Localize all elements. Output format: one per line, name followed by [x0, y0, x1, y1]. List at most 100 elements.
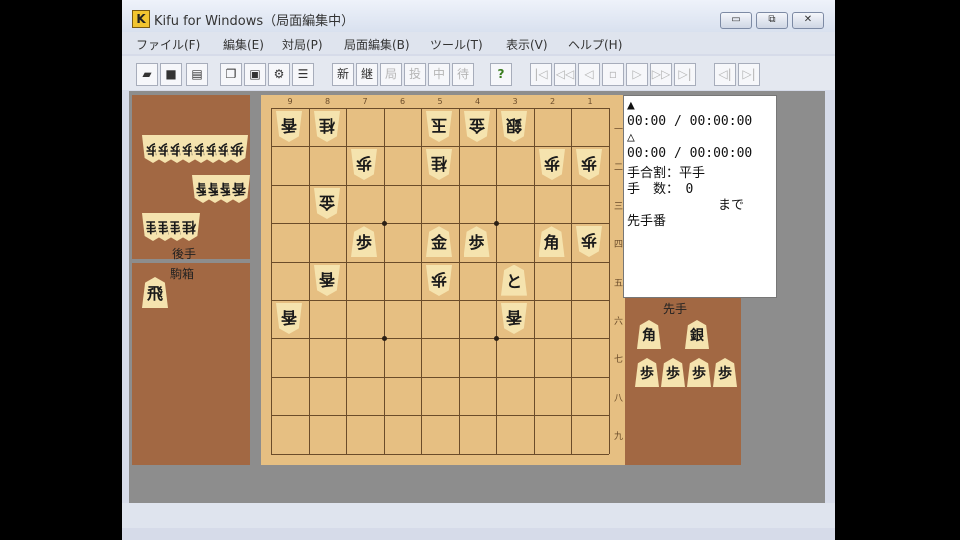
sente-hand-piece[interactable]: 銀 — [685, 320, 709, 349]
minimize-button[interactable]: ▭ — [720, 12, 752, 29]
rank-label: 九 — [614, 432, 624, 443]
board-piece[interactable]: 歩 — [426, 265, 452, 296]
file-label: 8 — [324, 97, 331, 106]
board-piece[interactable]: 桂 — [314, 111, 340, 142]
list-icon[interactable]: ☰ — [292, 63, 314, 86]
settings-icon[interactable]: ⚙ — [268, 63, 290, 86]
toss-button[interactable]: 投 — [404, 63, 426, 86]
board-piece[interactable]: 金 — [464, 111, 490, 142]
board-grid-line — [271, 184, 609, 186]
forward-ten-icon[interactable]: ▷▷ — [650, 63, 672, 86]
sente-hand-piece[interactable]: 角 — [637, 320, 661, 349]
gote-label: 後手 — [172, 247, 197, 261]
sente-hand-piece[interactable]: 歩 — [635, 358, 659, 387]
rank-label: 七 — [614, 355, 624, 366]
move-count: 手 数： 0 — [627, 182, 694, 197]
sente-hand-piece[interactable]: 歩 — [661, 358, 685, 387]
sente-hand-piece[interactable]: 歩 — [687, 358, 711, 387]
menu-file[interactable]: ファイル(F) — [136, 36, 200, 53]
board-piece[interactable]: 歩 — [576, 226, 602, 257]
piece-box-item[interactable]: 飛 — [142, 277, 168, 308]
board-grid-line — [571, 108, 572, 454]
board-grid-line — [271, 261, 609, 263]
rank-label: 八 — [614, 393, 624, 404]
stop-icon[interactable]: ▫ — [602, 63, 624, 86]
board-piece[interactable]: と — [501, 264, 527, 296]
board-grid-line — [271, 376, 609, 378]
board-grid-line — [271, 300, 609, 301]
pause-button[interactable]: 中 — [428, 63, 450, 86]
undo-button[interactable]: 待 — [452, 63, 474, 86]
menu-view[interactable]: 表示(V) — [506, 36, 548, 53]
client-area: 歩歩歩歩歩歩歩歩香香香香桂桂桂桂 後手 駒箱 飛 9 8 7 6 5 4 3 2 1 一二三四五六… — [129, 91, 825, 503]
board-piece[interactable]: 香 — [276, 303, 302, 334]
main-window: K Kifu for Windows（局面編集中） ▭ ⧉ ✕ ファイル(F) … — [122, 0, 835, 540]
first-move-icon[interactable]: |◁ — [530, 63, 552, 86]
board-piece[interactable]: 玉 — [426, 111, 452, 142]
file-label: 1 — [587, 97, 593, 106]
sente-piece-stand: 先手 角銀歩歩歩歩 — [625, 298, 741, 465]
file-label: 3 — [512, 97, 518, 106]
board-grid-line — [533, 108, 535, 454]
menu-game[interactable]: 対局(P) — [282, 36, 323, 53]
restore-button[interactable]: ⧉ — [756, 12, 788, 29]
file-label: 5 — [437, 97, 443, 106]
board-piece[interactable]: 香 — [276, 111, 302, 142]
star-point — [494, 221, 499, 227]
back-icon[interactable]: ◁ — [578, 63, 600, 86]
board-piece[interactable]: 金 — [426, 226, 452, 258]
file-label: 2 — [549, 97, 556, 106]
star-point — [381, 221, 387, 227]
status-bar — [122, 503, 835, 528]
piece-box-label: 駒箱 — [170, 267, 195, 281]
window-title: Kifu for Windows（局面編集中） — [154, 14, 355, 29]
file-label: 6 — [399, 97, 406, 106]
board-grid-line — [271, 108, 609, 109]
star-point — [494, 336, 499, 342]
menu-tools[interactable]: ツール(T) — [430, 36, 483, 53]
board-piece[interactable]: 桂 — [426, 149, 452, 180]
board-piece[interactable]: 金 — [314, 188, 340, 219]
menu-help[interactable]: ヘルプ(H) — [568, 36, 622, 53]
continue-button[interactable]: 継 — [356, 63, 378, 86]
gote-time: 00:00 / 00:00:00 — [627, 146, 753, 161]
save-icon[interactable]: ■ — [160, 63, 182, 86]
board-piece[interactable]: 歩 — [351, 226, 377, 258]
print-icon[interactable]: ▤ — [186, 63, 208, 86]
paste-icon[interactable]: ▣ — [244, 63, 266, 86]
help-button[interactable]: ? — [490, 63, 512, 86]
menu-edit[interactable]: 編集(E) — [223, 36, 264, 53]
back-ten-icon[interactable]: ◁◁ — [554, 63, 576, 86]
menu-position-edit[interactable]: 局面編集(B) — [344, 36, 410, 53]
board-grid-line — [496, 108, 497, 454]
resign-button[interactable]: 局 — [380, 63, 402, 86]
board-piece[interactable]: 歩 — [463, 226, 490, 258]
close-button[interactable]: ✕ — [792, 12, 824, 29]
board-grid-line — [421, 108, 422, 454]
last-move-icon[interactable]: ▷| — [674, 63, 696, 86]
board-grid-line — [608, 108, 610, 454]
forward-icon[interactable]: ▷ — [626, 63, 648, 86]
sente-hand-piece[interactable]: 歩 — [713, 358, 737, 387]
board-piece[interactable]: 歩 — [351, 149, 377, 180]
branch-forward-icon[interactable]: ▷| — [738, 63, 760, 86]
board-piece[interactable]: 歩 — [539, 149, 565, 180]
board-piece[interactable]: 香 — [314, 265, 340, 296]
made-text: まで — [718, 198, 745, 213]
board-piece[interactable]: 香 — [501, 303, 527, 334]
app-icon: K — [132, 10, 150, 28]
board-grid-line — [458, 108, 460, 454]
sente-time: 00:00 / 00:00:00 — [627, 114, 753, 129]
board-grid-line — [346, 108, 347, 454]
file-label: 4 — [474, 97, 481, 106]
copy-icon[interactable]: ❐ — [220, 63, 242, 86]
new-button[interactable]: 新 — [332, 63, 354, 86]
board-piece[interactable]: 銀 — [501, 111, 527, 142]
shogi-board[interactable]: 987654321一二三四五六七八九香桂玉金銀歩桂歩歩金歩金歩角歩香歩と香香 — [261, 95, 625, 465]
branch-back-icon[interactable]: ◁| — [714, 63, 736, 86]
board-piece[interactable]: 角 — [538, 226, 565, 258]
open-icon[interactable]: ▰ — [136, 63, 158, 86]
sente-label: 先手 — [663, 302, 688, 316]
board-piece[interactable]: 歩 — [576, 149, 602, 180]
rank-label: 二 — [614, 163, 624, 174]
